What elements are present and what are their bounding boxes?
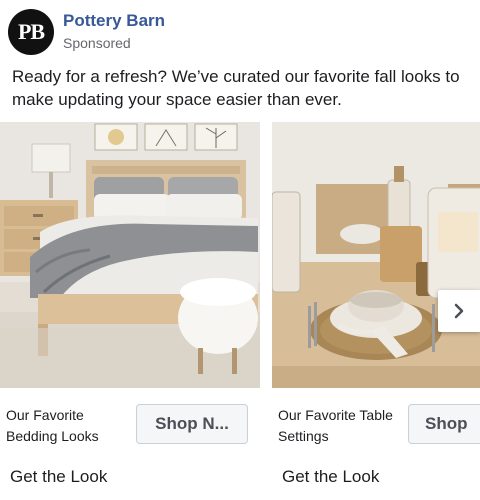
page-avatar[interactable]: PB xyxy=(8,9,54,55)
carousel-card-bedding[interactable]: Our Favorite Bedding Looks Shop N... Get… xyxy=(0,122,260,500)
bedroom-image xyxy=(0,122,260,388)
get-the-look-link[interactable]: Get the Look xyxy=(282,467,379,487)
post-header: PB Pottery Barn Sponsored xyxy=(8,9,165,55)
card-footer: Our Favorite Table Settings Shop Get the… xyxy=(272,388,480,500)
sponsored-label: Sponsored xyxy=(63,35,131,51)
card-title: Our Favorite Bedding Looks xyxy=(6,407,99,444)
carousel-next-button[interactable] xyxy=(438,290,480,332)
bedding-photo[interactable] xyxy=(0,122,260,388)
post-meta: Pottery Barn Sponsored xyxy=(63,11,165,53)
shop-now-button[interactable]: Shop N... xyxy=(136,404,248,444)
card-title: Our Favorite Table Settings xyxy=(278,407,393,444)
table-setting-image xyxy=(272,122,480,388)
avatar-logo-text: PB xyxy=(17,19,45,44)
chevron-right-icon xyxy=(454,303,464,319)
post-caption: Ready for a refresh? We’ve curated our f… xyxy=(12,67,460,109)
card-footer: Our Favorite Bedding Looks Shop N... Get… xyxy=(0,388,260,500)
page-name-link[interactable]: Pottery Barn xyxy=(63,11,165,31)
get-the-look-link[interactable]: Get the Look xyxy=(10,467,107,487)
ad-carousel: Our Favorite Bedding Looks Shop N... Get… xyxy=(0,122,480,500)
shop-button[interactable]: Shop xyxy=(408,404,480,444)
table-photo[interactable] xyxy=(272,122,480,388)
